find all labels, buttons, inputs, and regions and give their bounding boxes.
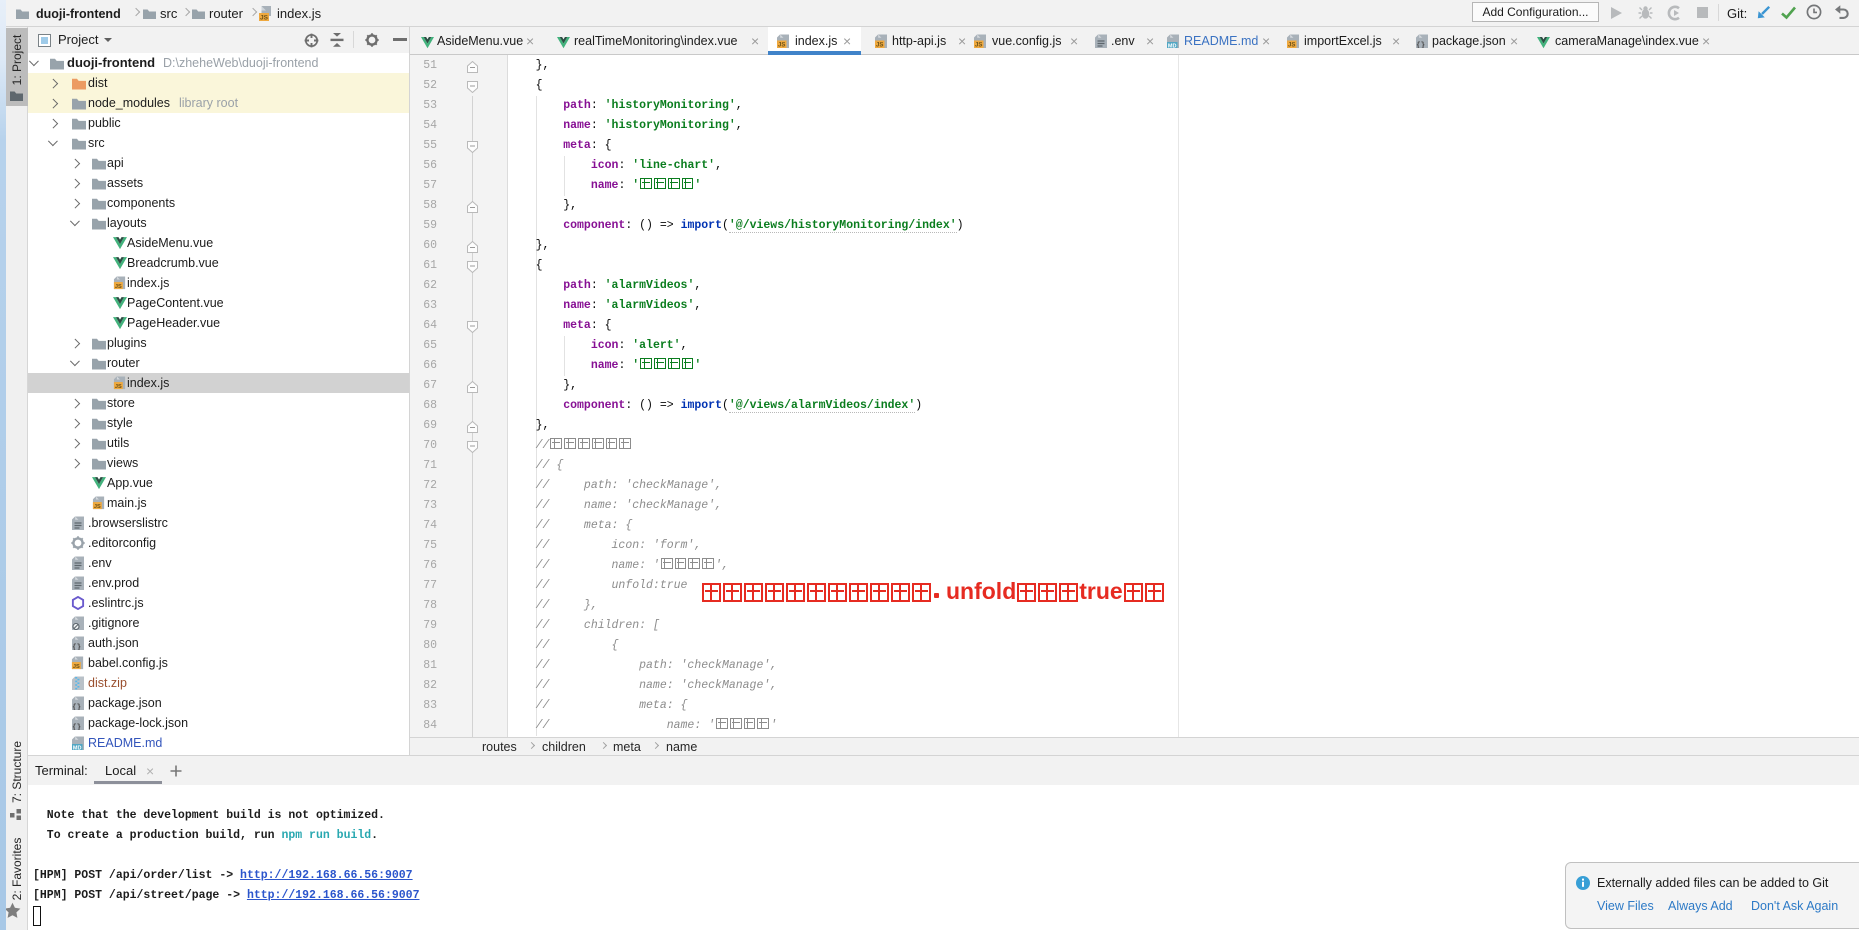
svg-text:JS: JS: [260, 15, 269, 21]
